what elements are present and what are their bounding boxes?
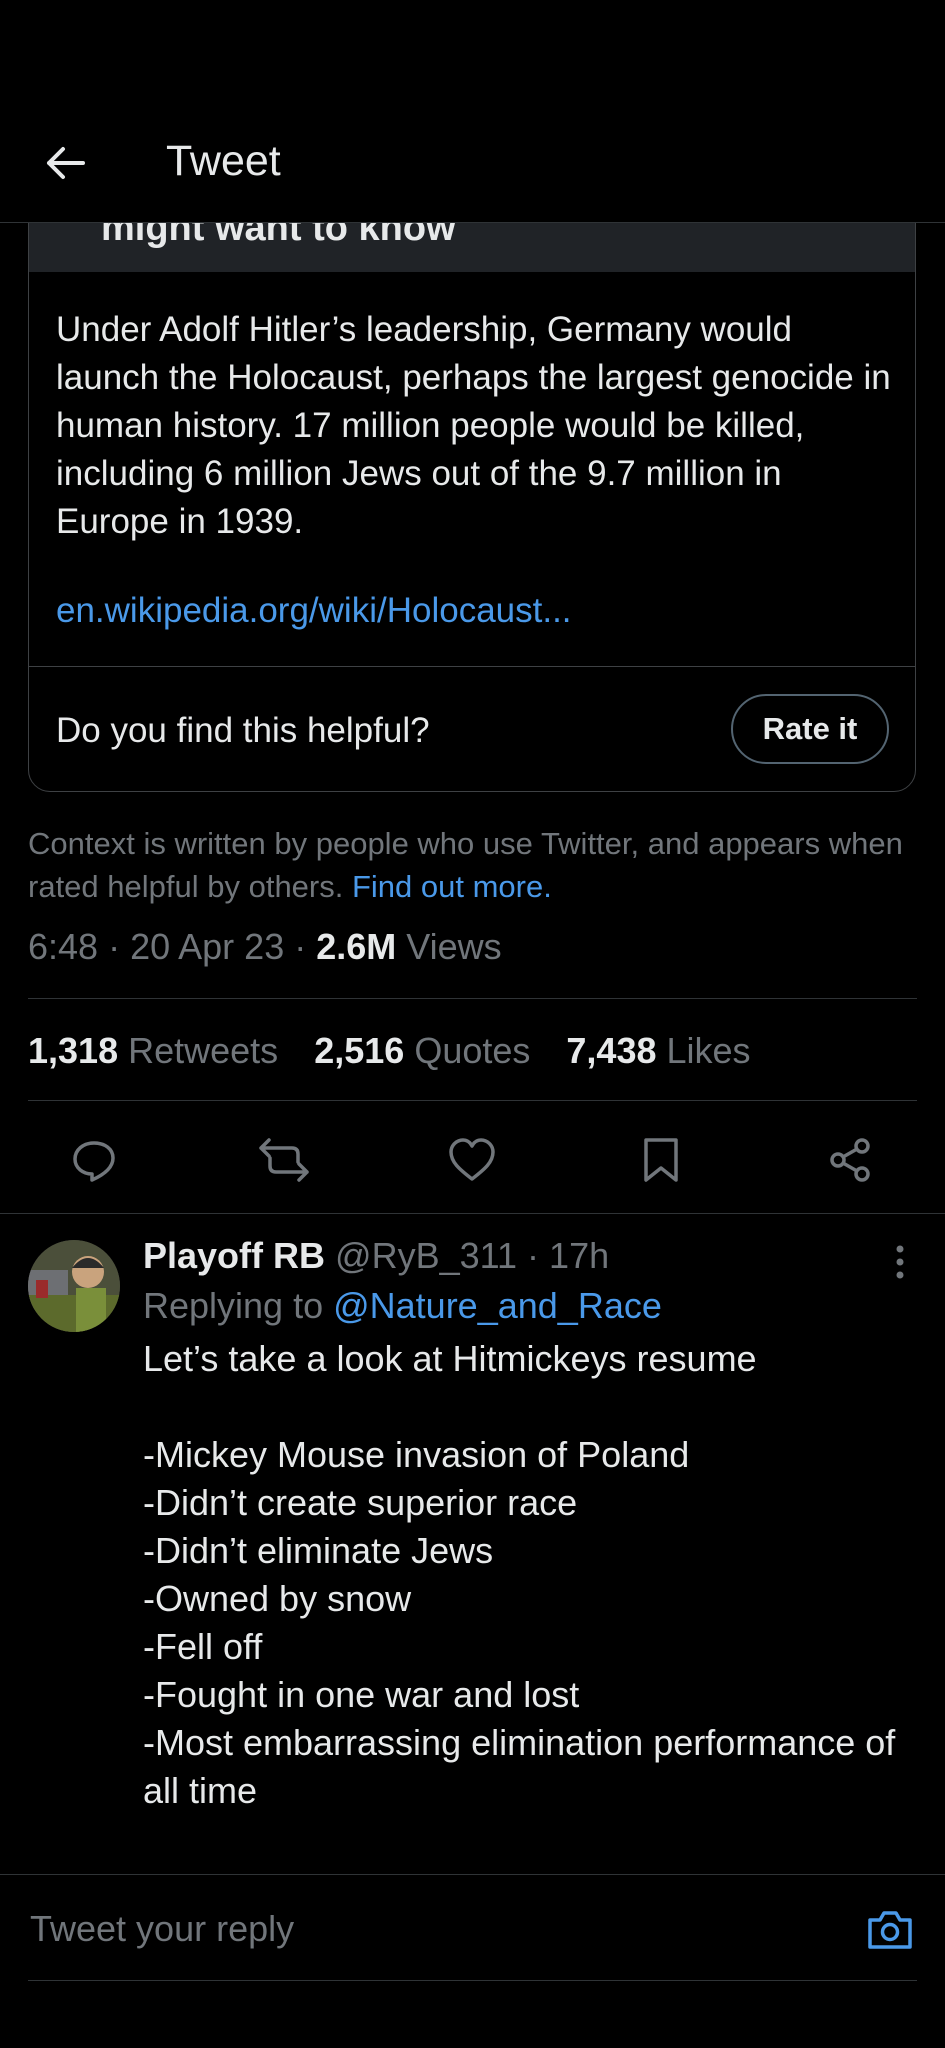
- retweets-stat[interactable]: 1,318 Retweets: [28, 1030, 278, 1071]
- retweet-button[interactable]: [254, 1130, 314, 1190]
- replying-to-mention[interactable]: @Nature_and_Race: [333, 1285, 662, 1326]
- replying-to-prefix: Replying to: [143, 1285, 334, 1326]
- reply-header: Playoff RB @RyB_311 · 17h: [143, 1235, 609, 1277]
- bookmark-button[interactable]: [631, 1130, 691, 1190]
- more-options-button[interactable]: [880, 1237, 920, 1287]
- divider: [28, 1980, 917, 1981]
- retweets-count: 1,318: [28, 1030, 119, 1071]
- tweet-meta: 6:48 · 20 Apr 23 · 2.6M Views: [28, 926, 502, 968]
- tweet-date: 20 Apr 23: [130, 926, 285, 967]
- reply-input[interactable]: [28, 1875, 852, 1982]
- divider: [28, 998, 917, 999]
- rate-it-button[interactable]: Rate it: [731, 694, 889, 764]
- quotes-count: 2,516: [314, 1030, 405, 1071]
- more-vertical-icon: [896, 1245, 904, 1279]
- action-bar: [0, 1120, 945, 1200]
- share-icon: [830, 1138, 870, 1182]
- like-icon: [449, 1138, 495, 1181]
- tweet-time: 6:48: [28, 926, 99, 967]
- share-button[interactable]: [820, 1130, 880, 1190]
- divider: [28, 1100, 917, 1101]
- reply-button[interactable]: [64, 1130, 124, 1190]
- page-title: Tweet: [166, 137, 281, 185]
- avatar-image: [28, 1240, 120, 1332]
- divider: [0, 1213, 945, 1214]
- helpful-question: Do you find this helpful?: [56, 711, 430, 750]
- views-count: 2.6M: [316, 926, 397, 967]
- reply-author-handle[interactable]: @RyB_311: [335, 1235, 517, 1276]
- tweet-stats: 1,318 Retweets 2,516 Quotes 7,438 Likes: [28, 1030, 777, 1072]
- camera-button[interactable]: [862, 1905, 918, 1955]
- camera-icon: [868, 1911, 912, 1949]
- community-note-card: might want to know Under Adolf Hitler’s …: [28, 160, 916, 792]
- note-source-link[interactable]: en.wikipedia.org/wiki/Holocaust...: [56, 591, 572, 631]
- replying-to: Replying to @Nature_and_Race: [143, 1285, 662, 1327]
- reply-time: 17h: [549, 1235, 610, 1276]
- quotes-label: Quotes: [414, 1030, 531, 1071]
- arrow-left-icon: [47, 147, 85, 179]
- like-button[interactable]: [442, 1130, 502, 1190]
- find-out-more-link[interactable]: Find out more.: [352, 869, 552, 904]
- likes-count: 7,438: [566, 1030, 657, 1071]
- avatar[interactable]: [28, 1240, 120, 1332]
- retweet-icon: [259, 1138, 309, 1182]
- reply-author-name[interactable]: Playoff RB: [143, 1235, 325, 1276]
- top-bar: Tweet: [0, 0, 945, 223]
- views-label: Views: [406, 926, 502, 967]
- reply-compose-bar: [0, 1875, 945, 1982]
- bookmark-icon: [644, 1138, 678, 1182]
- reply-separator: ·: [527, 1235, 540, 1276]
- note-body-text: Under Adolf Hitler’s leadership, Germany…: [56, 310, 891, 541]
- retweets-label: Retweets: [128, 1030, 279, 1071]
- back-button[interactable]: [40, 138, 90, 188]
- likes-label: Likes: [666, 1030, 751, 1071]
- note-divider: [29, 666, 915, 667]
- context-disclaimer: Context is written by people who use Twi…: [28, 822, 918, 908]
- reply-icon: [73, 1141, 115, 1182]
- quotes-stat[interactable]: 2,516 Quotes: [314, 1030, 530, 1071]
- meta-separator: ·: [294, 926, 317, 967]
- meta-separator: ·: [108, 926, 131, 967]
- reply-text: Let’s take a look at Hitmickeys resume -…: [143, 1338, 896, 1811]
- likes-stat[interactable]: 7,438 Likes: [566, 1030, 750, 1071]
